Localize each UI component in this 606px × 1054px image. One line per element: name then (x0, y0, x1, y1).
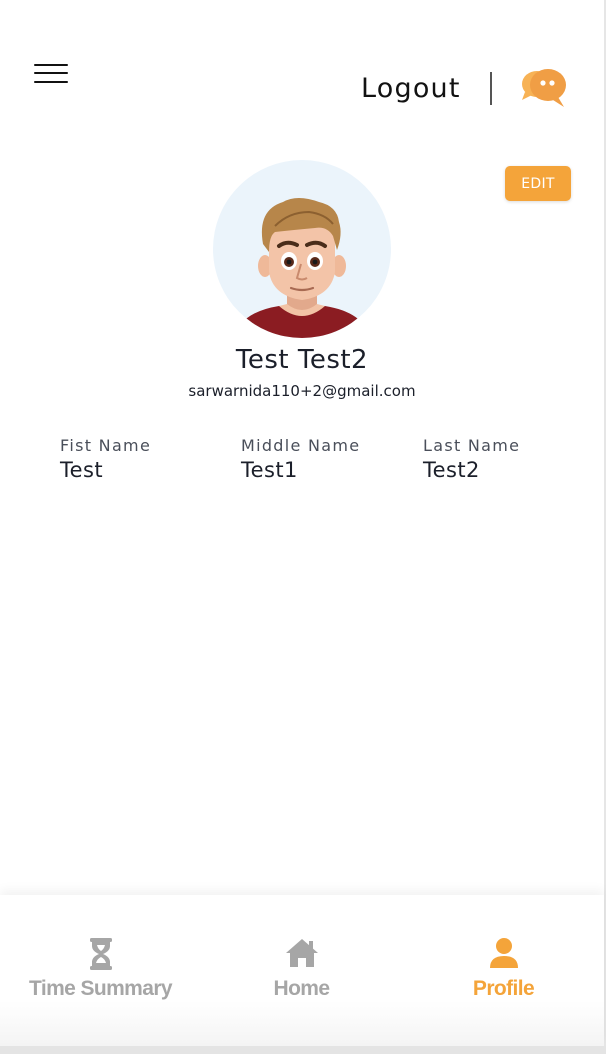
nav-profile[interactable]: Profile (403, 895, 604, 1046)
avatar (213, 160, 391, 338)
first-name-field: Fist Name Test (60, 436, 230, 483)
header-divider (490, 72, 492, 105)
nav-profile-label: Profile (472, 977, 535, 1000)
last-name-value: Test2 (423, 458, 480, 482)
middle-name-label: Middle Name (241, 436, 361, 455)
menu-line (34, 81, 68, 83)
logout-button[interactable]: Logout (361, 70, 461, 108)
middle-name-field: Middle Name Test1 (241, 436, 411, 483)
nav-time-summary-label: Time Summary (29, 977, 173, 1000)
nav-home[interactable]: Home (201, 895, 402, 1046)
hamburger-menu-icon[interactable] (32, 62, 70, 88)
bottom-nav: Time Summary Home Profile (0, 895, 604, 1046)
home-icon (285, 938, 319, 972)
bottom-strip (0, 1046, 606, 1054)
edit-profile-button[interactable]: EDIT (505, 166, 571, 201)
first-name-value: Test (60, 458, 103, 482)
hourglass-icon (89, 938, 113, 974)
last-name-label: Last Name (423, 436, 521, 455)
menu-line (34, 64, 68, 66)
user-icon (489, 938, 519, 972)
nav-time-summary[interactable]: Time Summary (0, 895, 201, 1046)
profile-name: Test Test2 (235, 345, 369, 375)
first-name-label: Fist Name (60, 436, 152, 455)
profile-email: sarwarnida110+2@gmail.com (188, 382, 416, 400)
last-name-field: Last Name Test2 (423, 436, 593, 483)
menu-line (34, 72, 68, 74)
nav-home-label: Home (273, 977, 331, 1000)
chat-icon[interactable] (519, 66, 569, 110)
middle-name-value: Test1 (241, 458, 298, 482)
